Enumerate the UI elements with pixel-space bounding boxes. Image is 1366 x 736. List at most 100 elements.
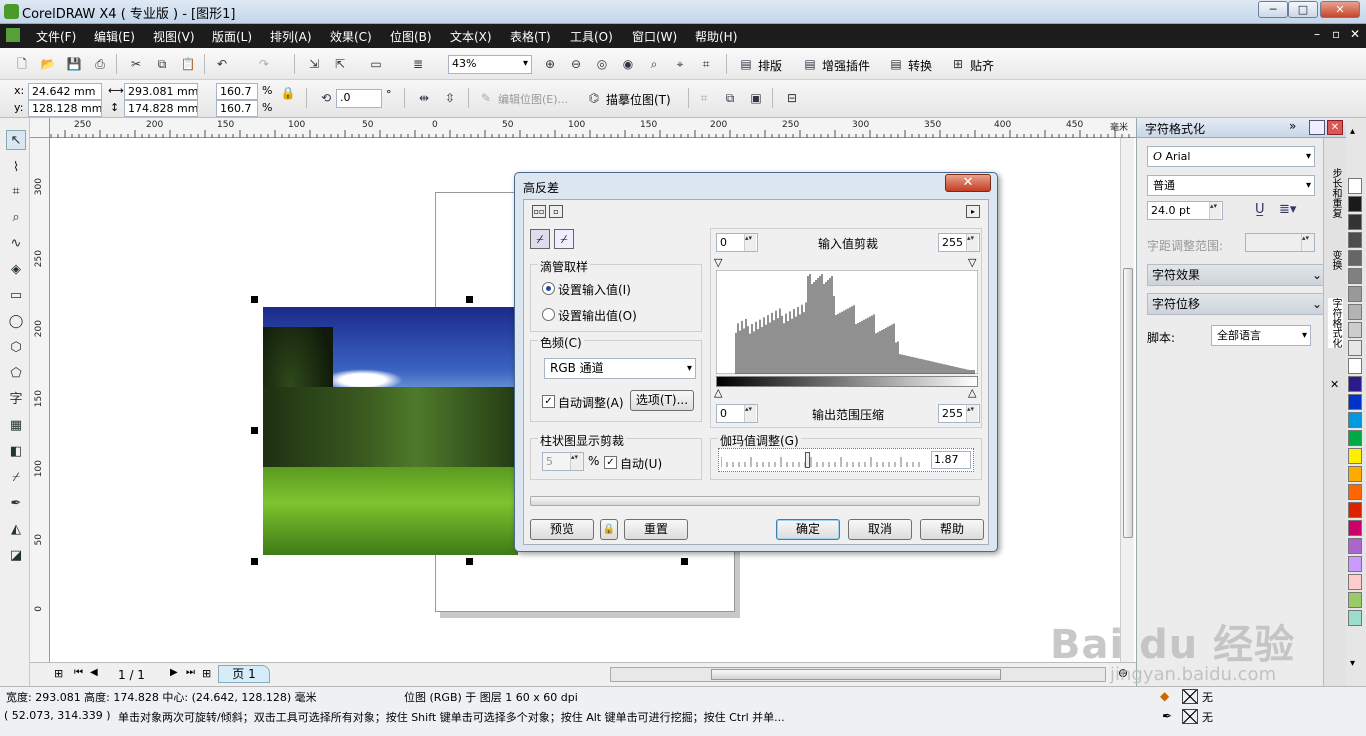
export-icon[interactable]: ⇱ bbox=[332, 56, 348, 72]
menu-bitmaps[interactable]: 位图(B) bbox=[390, 28, 432, 45]
undo-icon[interactable]: ↶ bbox=[214, 56, 230, 72]
scale-x-input[interactable]: 160.7 bbox=[216, 83, 258, 100]
vertical-scroll-thumb[interactable] bbox=[1123, 268, 1133, 538]
doc-close-icon[interactable]: ✕ bbox=[1350, 27, 1360, 41]
crop-tool-icon[interactable]: ⌗ bbox=[6, 182, 26, 202]
dialog-close-button[interactable]: ✕ bbox=[945, 174, 991, 192]
horizontal-scroll-thumb[interactable] bbox=[711, 669, 1001, 680]
x-position-input[interactable]: 24.642 mm bbox=[28, 83, 102, 100]
crop-bitmap-icon[interactable]: ⌗ bbox=[696, 90, 712, 106]
first-page-icon[interactable]: ⏮ bbox=[74, 667, 83, 678]
single-preview-icon[interactable]: ▫ bbox=[549, 205, 563, 218]
horizontal-scrollbar[interactable] bbox=[610, 667, 1106, 682]
menu-view[interactable]: 视图(V) bbox=[153, 28, 195, 45]
zoom-width-icon[interactable]: ⌖ bbox=[672, 56, 688, 72]
selection-handle[interactable] bbox=[251, 558, 258, 565]
output-high-value[interactable]: 255 bbox=[938, 404, 980, 423]
fill-none-swatch[interactable] bbox=[1182, 689, 1198, 704]
print-icon[interactable]: ⎙ bbox=[92, 56, 108, 72]
zoom-selected-icon[interactable]: ◎ bbox=[594, 56, 610, 72]
vertical-scrollbar[interactable] bbox=[1120, 138, 1134, 662]
color-swatch[interactable] bbox=[1348, 520, 1362, 536]
zoom-all-icon[interactable]: ◉ bbox=[620, 56, 636, 72]
minimize-button[interactable]: ─ bbox=[1258, 1, 1288, 18]
output-high-marker-icon[interactable]: △ bbox=[968, 386, 976, 399]
set-input-radio[interactable] bbox=[542, 282, 555, 295]
font-size-input[interactable]: 24.0 pt bbox=[1147, 201, 1223, 220]
tab-step-repeat[interactable]: 步长和重复 bbox=[1328, 168, 1343, 218]
color-swatch[interactable] bbox=[1348, 304, 1362, 320]
color-swatch[interactable] bbox=[1348, 376, 1362, 392]
text-tool-icon[interactable]: 字 bbox=[6, 390, 26, 410]
lock-ratio-icon[interactable]: 🔒 bbox=[280, 85, 296, 101]
menu-layout[interactable]: 版面(L) bbox=[212, 28, 252, 45]
options-button[interactable]: 选项(T)... bbox=[630, 390, 694, 411]
rectangle-tool-icon[interactable]: ▭ bbox=[6, 286, 26, 306]
menu-edit[interactable]: 编辑(E) bbox=[94, 28, 135, 45]
color-swatch[interactable] bbox=[1348, 610, 1362, 626]
polygon-tool-icon[interactable]: ⬡ bbox=[6, 338, 26, 358]
input-low-marker-icon[interactable]: ▽ bbox=[714, 256, 722, 269]
color-swatch[interactable] bbox=[1348, 448, 1362, 464]
outline-pen-tool-icon[interactable]: ✒ bbox=[6, 494, 26, 514]
doc-restore-icon[interactable]: ▫ bbox=[1332, 27, 1340, 41]
horizontal-ruler[interactable]: 250 200 150 100 50 0 50 100 150 200 250 … bbox=[30, 118, 1136, 138]
color-swatch[interactable] bbox=[1348, 484, 1362, 500]
input-low-value[interactable]: 0 bbox=[716, 233, 758, 252]
freehand-tool-icon[interactable]: ∿ bbox=[6, 234, 26, 254]
set-output-radio[interactable] bbox=[542, 308, 555, 321]
eyedropper-tool-icon[interactable]: ⌿ bbox=[6, 468, 26, 488]
color-swatch[interactable] bbox=[1348, 430, 1362, 446]
selection-handle[interactable] bbox=[466, 558, 473, 565]
menu-table[interactable]: 表格(T) bbox=[510, 28, 551, 45]
output-low-value[interactable]: 0 bbox=[716, 404, 758, 423]
doc-minimize-icon[interactable]: – bbox=[1314, 27, 1320, 41]
zoom-page-icon[interactable]: ⌕ bbox=[646, 56, 662, 72]
convert-plugin-button[interactable]: 转换 bbox=[908, 57, 932, 74]
color-swatch[interactable] bbox=[1348, 286, 1362, 302]
menu-window[interactable]: 窗口(W) bbox=[632, 28, 677, 45]
menu-effects[interactable]: 效果(C) bbox=[330, 28, 372, 45]
output-low-marker-icon[interactable]: △ bbox=[714, 386, 722, 399]
app-launcher-icon[interactable]: ▭ bbox=[368, 56, 384, 72]
color-swatch[interactable] bbox=[1348, 574, 1362, 590]
color-swatch[interactable] bbox=[1348, 394, 1362, 410]
prev-page-icon[interactable]: ◀ bbox=[90, 667, 98, 678]
underline-options-icon[interactable]: ≣▾ bbox=[1279, 202, 1296, 217]
fill-tool-icon[interactable]: ◭ bbox=[6, 520, 26, 540]
enhance-plugin-button[interactable]: 增强插件 bbox=[822, 57, 870, 74]
color-swatch[interactable] bbox=[1348, 322, 1362, 338]
font-style-select[interactable]: 普通 bbox=[1147, 175, 1315, 196]
reset-button[interactable]: 重置 bbox=[624, 519, 688, 540]
mirror-v-icon[interactable]: ⇳ bbox=[442, 90, 458, 106]
last-page-icon[interactable]: ⏭ bbox=[186, 667, 195, 678]
zoom-out-icon[interactable]: ⊖ bbox=[568, 56, 584, 72]
resample-icon[interactable]: ⧉ bbox=[722, 90, 738, 106]
selection-handle[interactable] bbox=[681, 558, 688, 565]
palette-scroll-up-icon[interactable]: ▴ bbox=[1350, 126, 1355, 137]
zoom-tool-icon[interactable]: ⌕ bbox=[6, 208, 26, 228]
redo-icon[interactable]: ↷ bbox=[256, 56, 272, 72]
smart-fill-tool-icon[interactable]: ◈ bbox=[6, 260, 26, 280]
next-page-icon[interactable]: ▶ bbox=[170, 667, 178, 678]
interactive-blend-tool-icon[interactable]: ◧ bbox=[6, 442, 26, 462]
y-position-input[interactable]: 128.128 mm bbox=[28, 100, 102, 117]
expand-arrow-icon[interactable]: ▸ bbox=[966, 205, 980, 218]
zoom-level-select[interactable]: 43% bbox=[448, 55, 532, 74]
add-page-icon[interactable]: ⊞ bbox=[54, 667, 63, 680]
color-swatch[interactable] bbox=[1348, 592, 1362, 608]
import-icon[interactable]: ⇲ bbox=[306, 56, 322, 72]
channel-select[interactable]: RGB 通道 bbox=[544, 358, 696, 379]
table-tool-icon[interactable]: ▦ bbox=[6, 416, 26, 436]
tab-close-icon[interactable]: ✕ bbox=[1330, 378, 1339, 391]
input-high-marker-icon[interactable]: ▽ bbox=[968, 256, 976, 269]
open-icon[interactable]: 📂 bbox=[40, 56, 56, 72]
preview-button[interactable]: 预览 bbox=[530, 519, 594, 540]
height-input[interactable]: 174.828 mm bbox=[124, 100, 198, 117]
color-swatch[interactable] bbox=[1348, 556, 1362, 572]
wrap-text-icon[interactable]: ⊟ bbox=[784, 90, 800, 106]
gamma-slider-thumb[interactable] bbox=[805, 452, 810, 468]
width-input[interactable]: 293.081 mm bbox=[124, 83, 198, 100]
character-shift-section[interactable]: 字符位移 ⌄ bbox=[1147, 293, 1327, 315]
rotation-angle-input[interactable]: .0 bbox=[336, 89, 382, 108]
